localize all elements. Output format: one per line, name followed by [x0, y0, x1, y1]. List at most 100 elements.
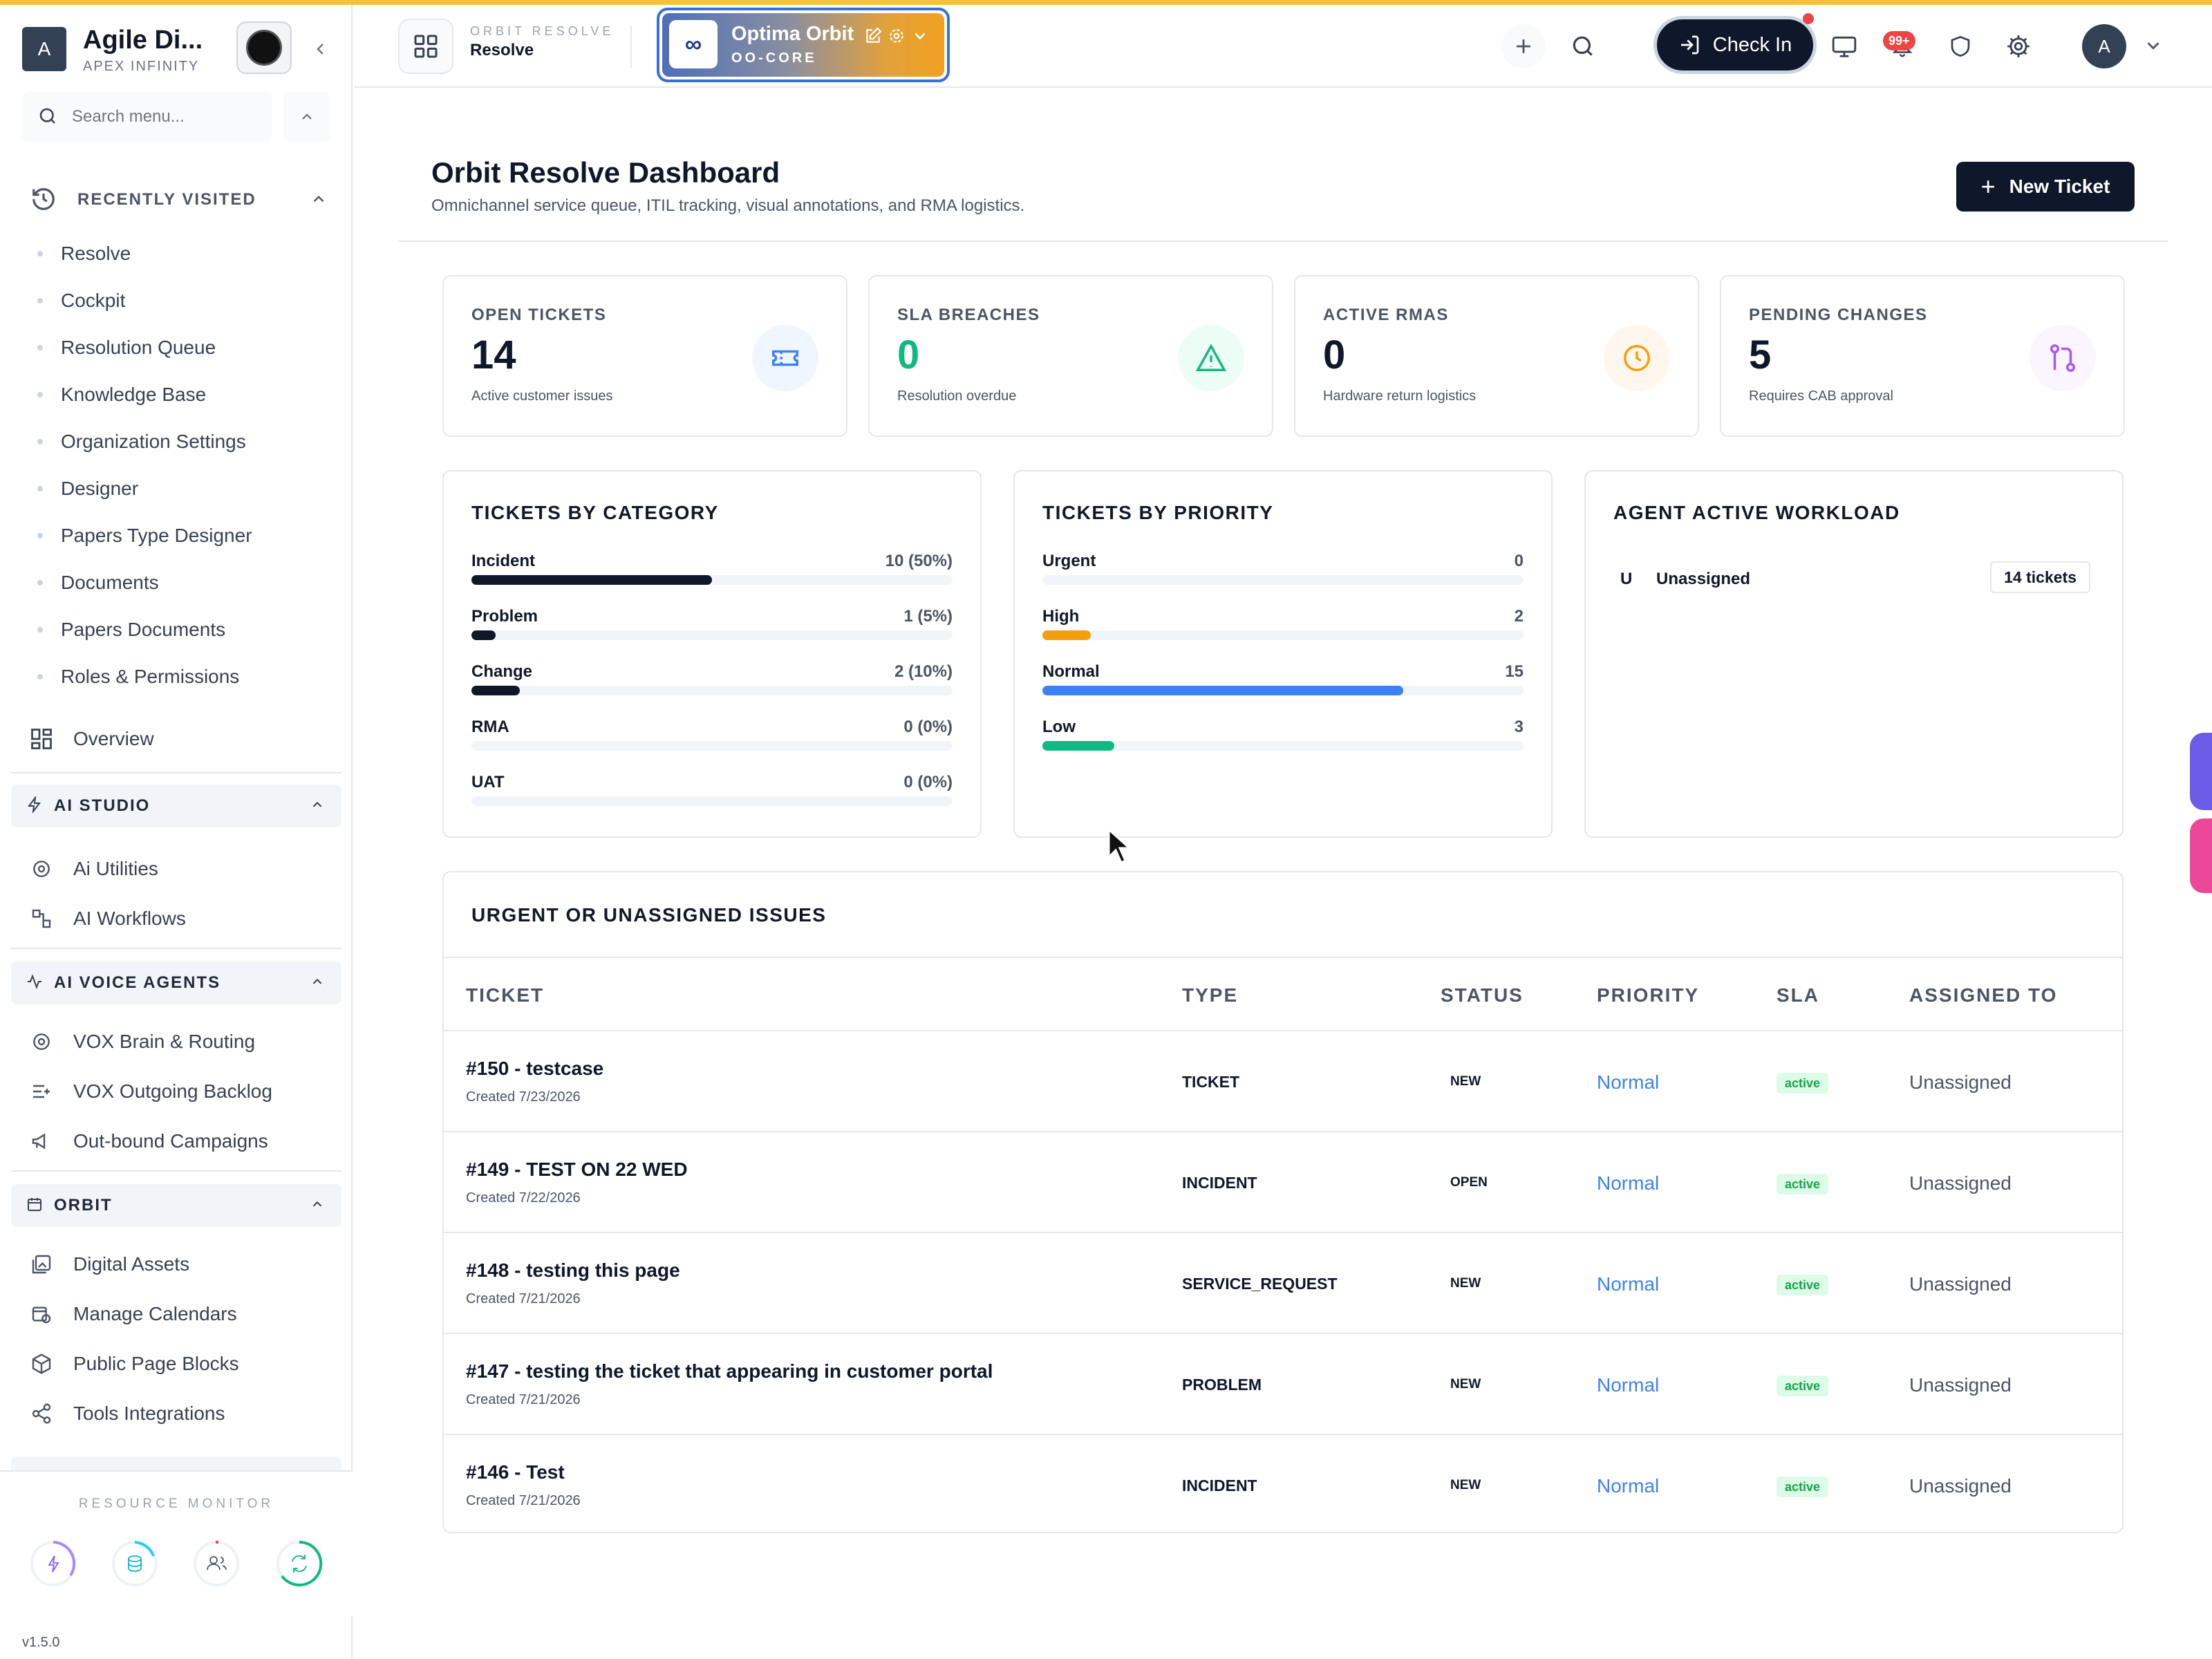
status-badge: NEW [1450, 1377, 1481, 1391]
assigned-to: Unassigned [1909, 1374, 2012, 1396]
ticket-title[interactable]: #146 - Test [466, 1461, 565, 1483]
priority-link[interactable]: Normal [1597, 1475, 1659, 1497]
sidebar-item-vox-brain[interactable]: VOX Brain & Routing [28, 1022, 332, 1061]
sidebar-item-ai-utilities[interactable]: Ai Utilities [28, 850, 332, 888]
check-in-button[interactable]: Check In [1653, 16, 1817, 74]
column-header-type[interactable]: TYPE [1182, 984, 1238, 1006]
column-header-priority[interactable]: PRIORITY [1597, 984, 1699, 1006]
bar-value: 1 (5%) [903, 607, 953, 626]
recently-visited-list: Resolve Cockpit Resolution Queue Knowled… [37, 230, 328, 700]
group-orbit[interactable]: ORBIT [11, 1184, 341, 1227]
org-subtitle: APEX INFINITY [83, 59, 200, 74]
bar-label: Urgent [1042, 552, 1096, 570]
recent-item[interactable]: Resolution Queue [37, 324, 328, 371]
sidebar-item-overview[interactable]: Overview [28, 720, 332, 758]
cog-icon [28, 1028, 55, 1056]
status-dot [1803, 13, 1814, 24]
recent-item[interactable]: Documents [37, 559, 328, 606]
agent-initial: U [1620, 570, 1633, 588]
table-row[interactable]: #150 - testcase Created 7/23/2026 TICKET NE… [444, 1031, 2122, 1132]
workload-row[interactable]: U Unassigned 14 tickets [1613, 561, 2090, 594]
recent-item[interactable]: Papers Documents [37, 606, 328, 653]
sidebar-item-digital-assets[interactable]: Digital Assets [28, 1245, 332, 1284]
settings-button[interactable] [1996, 24, 2041, 68]
sidebar-item-public-page-blocks[interactable]: Public Page Blocks [28, 1344, 332, 1383]
bar-fill [471, 575, 712, 585]
share-icon [28, 1400, 55, 1427]
priority-link[interactable]: Normal [1597, 1273, 1659, 1295]
column-header-assigned[interactable]: ASSIGNED TO [1909, 984, 2057, 1006]
display-button[interactable] [1822, 24, 1866, 68]
bar-row-incident: Incident 10 (50%) [471, 552, 953, 607]
group-ai-voice-agents[interactable]: AI VOICE AGENTS [11, 962, 341, 1004]
recent-item[interactable]: Designer [37, 465, 328, 512]
users-gauge-icon[interactable] [192, 1539, 241, 1588]
recent-item[interactable]: Resolve [37, 230, 328, 277]
sync-gauge-icon[interactable] [275, 1539, 324, 1588]
bar-value: 10 (50%) [885, 552, 953, 570]
user-menu-chevron[interactable] [2143, 35, 2164, 59]
column-header-sla[interactable]: SLA [1777, 984, 1819, 1006]
column-header-status[interactable]: STATUS [1441, 984, 1524, 1006]
bar-row-rma: RMA 0 (0%) [471, 718, 953, 773]
group-collapsed-partial[interactable] [11, 1456, 341, 1470]
priority-link[interactable]: Normal [1597, 1374, 1659, 1396]
recent-item[interactable]: Cockpit [37, 277, 328, 324]
ticket-title[interactable]: #150 - testcase [466, 1058, 603, 1080]
sidebar-item-tools-integrations[interactable]: Tools Integrations [28, 1394, 332, 1433]
workspace-code: OO-CORE [731, 50, 817, 66]
sidebar-item-ai-workflows[interactable]: AI Workflows [28, 899, 332, 938]
table-row[interactable]: #148 - testing this page Created 7/21/202… [444, 1233, 2122, 1334]
assigned-to: Unassigned [1909, 1071, 2012, 1093]
user-avatar[interactable]: A [2082, 24, 2126, 68]
divider [11, 772, 341, 774]
edit-icon[interactable] [864, 27, 882, 45]
chevron-down-icon[interactable] [911, 27, 929, 45]
group-ai-studio[interactable]: AI STUDIO [11, 785, 341, 827]
table-row[interactable]: #149 - TEST ON 22 WED Created 7/22/2026 IN… [444, 1132, 2122, 1233]
kpi-open-tickets: OPEN TICKETS 14 Active customer issues [442, 275, 847, 437]
org-avatar[interactable]: A [22, 27, 66, 71]
recent-item[interactable]: Knowledge Base [37, 371, 328, 418]
sidebar-search [22, 92, 272, 142]
search-button[interactable] [1561, 24, 1605, 68]
workspace-switcher[interactable]: ∞ Optima Orbit OO-CORE [657, 8, 950, 82]
table-row[interactable]: #146 - Test Created 7/21/2026 INCIDENT NEW N… [444, 1435, 2122, 1532]
search-menu-input[interactable] [72, 103, 259, 131]
ticket-title[interactable]: #149 - TEST ON 22 WED [466, 1159, 688, 1181]
recent-item[interactable]: Organization Settings [37, 418, 328, 465]
chevron-up-icon [302, 113, 312, 120]
table-row[interactable]: #147 - testing the ticket that appearing… [444, 1334, 2122, 1435]
gear-icon[interactable] [888, 27, 906, 45]
sidebar-item-outbound-campaigns[interactable]: Out-bound Campaigns [28, 1122, 332, 1161]
collapse-sidebar-button[interactable] [307, 35, 335, 63]
ticket-title[interactable]: #147 - testing the ticket that appearing… [466, 1360, 993, 1382]
sidebar-item-vox-backlog[interactable]: VOX Outgoing Backlog [28, 1072, 332, 1111]
clock-icon [1604, 325, 1670, 391]
add-button[interactable] [1501, 24, 1546, 68]
new-ticket-button[interactable]: + New Ticket [1956, 162, 2135, 212]
bar-row-change: Change 2 (10%) [471, 662, 953, 718]
recent-item[interactable]: Roles & Permissions [37, 653, 328, 700]
bar-label: Low [1042, 718, 1076, 736]
bar-label: Normal [1042, 662, 1100, 681]
priority-link[interactable]: Normal [1597, 1172, 1659, 1194]
app-switcher-button[interactable] [398, 19, 453, 74]
recent-item[interactable]: Papers Type Designer [37, 512, 328, 559]
app-name: Resolve [470, 41, 534, 59]
column-header-ticket[interactable]: TICKET [466, 984, 544, 1006]
bar-fill [471, 630, 496, 640]
priority-link[interactable]: Normal [1597, 1071, 1659, 1094]
database-gauge-icon[interactable] [111, 1539, 159, 1588]
floating-feedback-button[interactable] [2190, 818, 2212, 893]
floating-assistant-button[interactable] [2190, 733, 2212, 810]
ticket-title[interactable]: #148 - testing this page [466, 1259, 680, 1282]
login-icon [1680, 35, 1699, 55]
cpu-gauge-icon[interactable] [29, 1539, 77, 1588]
top-accent-stripe [0, 0, 2212, 5]
recently-visited-header[interactable]: RECENTLY VISITED [30, 182, 328, 218]
search-collapse-button[interactable] [283, 92, 330, 142]
sidebar-item-manage-calendars[interactable]: Manage Calendars [28, 1295, 332, 1333]
org-logo[interactable] [236, 21, 292, 74]
security-button[interactable] [1938, 24, 1983, 68]
